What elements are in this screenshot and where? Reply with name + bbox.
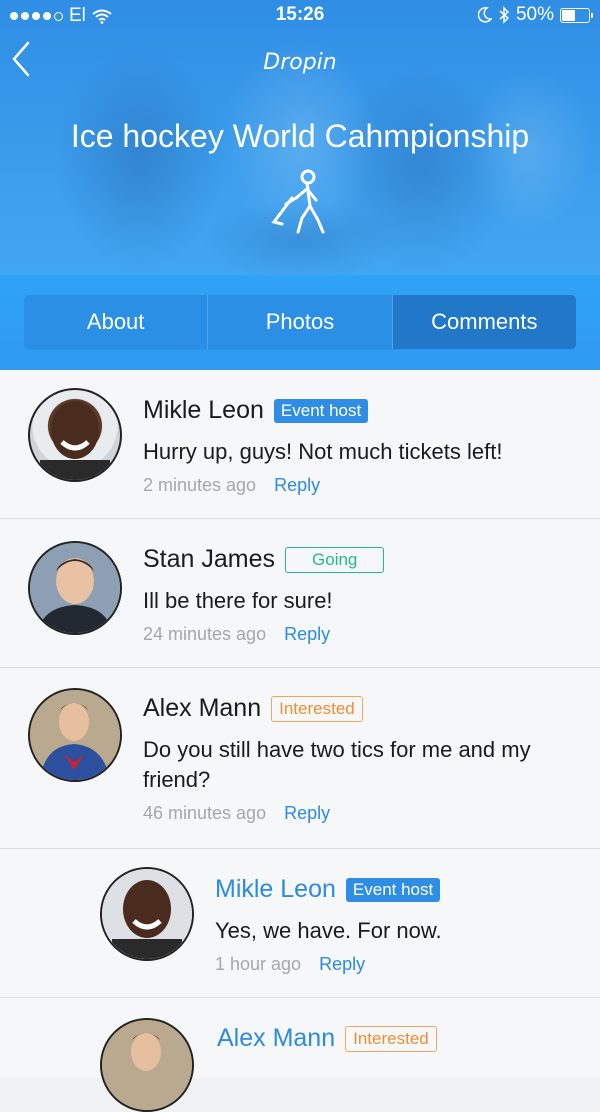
battery-icon [560, 7, 593, 23]
avatar[interactable] [28, 388, 122, 482]
status-bar: El 15:26 50% [0, 0, 600, 30]
rsvp-badge: Interested [271, 695, 363, 722]
comment-time: 2 minutes ago [143, 475, 257, 495]
comment-author[interactable]: Alex Mann [143, 694, 261, 723]
reply-button[interactable]: Reply [284, 803, 330, 824]
battery-percent: 50% [515, 4, 554, 25]
avatar[interactable] [28, 688, 122, 782]
role-badge: Event host [345, 877, 441, 902]
comments-list: Mikle Leon Event host Hurry up, guys! No… [0, 370, 600, 1112]
comment-author[interactable]: Mikle Leon [215, 875, 336, 904]
tab-photos[interactable]: Photos [208, 295, 393, 349]
comment-text: Hurry up, guys! Not much tickets left! [143, 439, 503, 464]
hockey-player-icon [271, 169, 325, 234]
comment-text: Yes, we have. For now. [215, 918, 442, 943]
comment-time: 46 minutes ago [143, 803, 267, 823]
tab-bar-container: About Photos Comments [0, 275, 600, 370]
app-logo: Dropin [263, 50, 337, 75]
role-badge: Event host [273, 398, 369, 423]
avatar-photo [30, 543, 120, 633]
avatar[interactable] [100, 1018, 194, 1112]
comment-author[interactable]: Stan James [143, 545, 275, 574]
comment-author[interactable]: Mikle Leon [143, 396, 264, 425]
comment-author[interactable]: Alex Mann [217, 1024, 335, 1053]
comment-time: 1 hour ago [215, 954, 302, 974]
comment-item: Mikle Leon Event host Hurry up, guys! No… [0, 370, 600, 519]
avatar-photo [40, 401, 110, 480]
reply-button[interactable]: Reply [319, 954, 365, 975]
page-title: Ice hockey World Cahmpionship [70, 118, 530, 154]
moon-icon [477, 7, 492, 23]
bluetooth-icon [499, 6, 510, 24]
comment-text: Ill be there for sure! [143, 588, 333, 613]
avatar-photo [30, 690, 120, 780]
avatar[interactable] [100, 867, 194, 961]
comment-item: Stan James Going Ill be there for sure! … [0, 519, 600, 668]
comment-text: Do you still have two tics for me and my… [143, 737, 531, 792]
tab-bar: About Photos Comments [24, 295, 576, 349]
comment-item: Alex Mann Interested Do you still have t… [0, 668, 600, 849]
rsvp-badge: Interested [345, 1025, 437, 1052]
reply-button[interactable]: Reply [284, 624, 330, 645]
avatar-photo [102, 869, 192, 959]
reply-item: Mikle Leon Event host Yes, we have. For … [0, 849, 600, 998]
avatar[interactable] [28, 541, 122, 635]
tab-comments[interactable]: Comments [392, 295, 576, 349]
avatar-photo [102, 1020, 192, 1110]
tab-about[interactable]: About [24, 295, 209, 349]
rsvp-badge: Going [285, 546, 385, 573]
comment-time: 24 minutes ago [143, 624, 267, 644]
reply-item: Alex Mann Interested [0, 998, 600, 1112]
reply-button[interactable]: Reply [274, 475, 320, 496]
